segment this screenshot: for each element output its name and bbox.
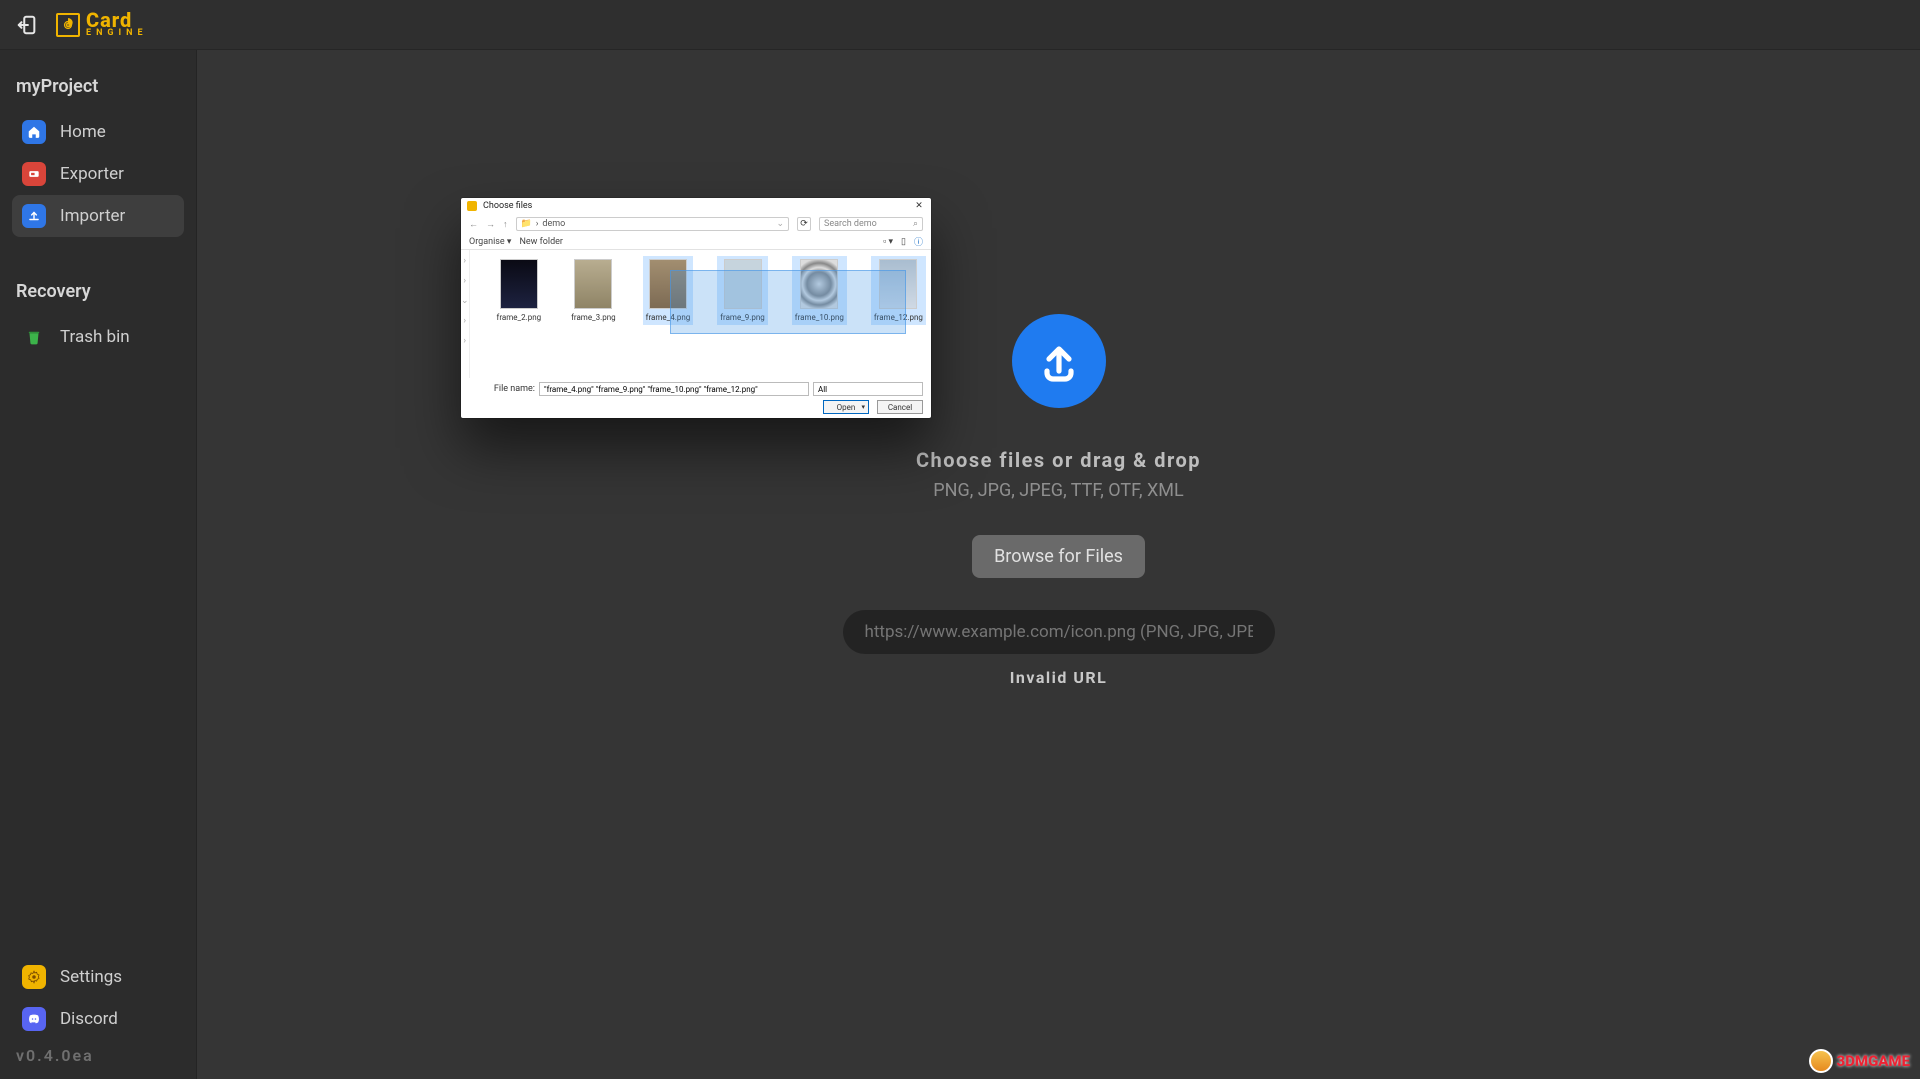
refresh-button[interactable]: ⟳ xyxy=(797,217,811,231)
file-thumb[interactable]: frame_3.png xyxy=(568,256,619,325)
file-name-input[interactable] xyxy=(539,382,809,396)
uploader-subtitle: PNG, JPG, JPEG, TTF, OTF, XML xyxy=(933,480,1183,501)
file-thumb[interactable]: frame_2.png xyxy=(494,256,545,325)
sidebar-item-label: Home xyxy=(60,122,106,142)
upload-icon xyxy=(1012,314,1106,408)
breadcrumb[interactable]: 📁 › demo ⌄ xyxy=(516,217,790,231)
exit-button[interactable] xyxy=(14,12,40,38)
nav-back-icon[interactable]: ← xyxy=(469,219,478,230)
file-chooser-dialog: Choose files ✕ ← → ↑ 📁 › demo ⌄ ⟳ Search… xyxy=(461,198,931,418)
url-input[interactable] xyxy=(843,610,1275,654)
cancel-button[interactable]: Cancel xyxy=(877,400,923,414)
watermark-icon xyxy=(1809,1049,1833,1073)
brand-name: Card xyxy=(86,11,148,29)
topbar: Card ENGINE xyxy=(0,0,1920,50)
help-icon[interactable]: ⓘ xyxy=(914,235,923,248)
brand-sub: ENGINE xyxy=(86,29,148,37)
sidebar-item-importer[interactable]: Importer xyxy=(12,195,184,237)
sidebar-item-exporter[interactable]: Exporter xyxy=(12,153,184,195)
file-name-label: File name: xyxy=(469,384,535,394)
selection-rectangle xyxy=(670,270,906,334)
importer-icon xyxy=(22,204,46,228)
sidebar-item-label: Settings xyxy=(60,967,122,987)
exporter-icon xyxy=(22,162,46,186)
watermark-text: 3DMGAME xyxy=(1837,1052,1910,1070)
sidebar-item-settings[interactable]: Settings xyxy=(12,956,184,998)
recovery-title: Recovery xyxy=(12,277,184,316)
project-title: myProject xyxy=(12,72,184,111)
home-icon xyxy=(22,120,46,144)
nav-forward-icon[interactable]: → xyxy=(486,219,495,230)
new-folder-button[interactable]: New folder xyxy=(519,237,563,247)
browse-files-button[interactable]: Browse for Files xyxy=(972,535,1145,578)
dialog-close-button[interactable]: ✕ xyxy=(913,200,925,212)
sidebar-item-trash[interactable]: Trash bin xyxy=(12,316,184,358)
file-grid: frame_2.png frame_3.png frame_4.png fram… xyxy=(470,250,934,378)
search-icon: ⌕ xyxy=(913,219,918,229)
trash-icon xyxy=(22,325,46,349)
url-error: Invalid URL xyxy=(1010,668,1108,687)
sidebar: myProject Home Exporter Importer Recover… xyxy=(0,50,197,1079)
organise-menu[interactable]: Organise ▾ xyxy=(469,237,511,247)
file-type-select[interactable] xyxy=(813,382,923,396)
open-button[interactable]: Open xyxy=(823,400,869,414)
preview-pane-icon[interactable]: ▯ xyxy=(901,237,906,247)
dialog-title: Choose files xyxy=(483,201,913,211)
sidebar-item-label: Importer xyxy=(60,206,125,226)
version-label: v0.4.0ea xyxy=(12,1040,184,1065)
view-options-icon[interactable]: ▫ ▾ xyxy=(883,236,893,247)
discord-icon xyxy=(22,1007,46,1031)
folder-tree[interactable]: ››⌄›› xyxy=(461,250,470,378)
brand: Card ENGINE xyxy=(56,11,148,37)
watermark: 3DMGAME xyxy=(1809,1049,1910,1073)
gear-icon xyxy=(22,965,46,989)
sidebar-item-label: Exporter xyxy=(60,164,124,184)
search-input[interactable]: Search demo ⌕ xyxy=(819,217,923,231)
folder-icon: 📁 xyxy=(521,219,532,229)
brand-mark-icon xyxy=(56,13,80,37)
main-area: Choose files or drag & drop PNG, JPG, JP… xyxy=(197,50,1920,1079)
dialog-app-icon xyxy=(467,201,477,211)
sidebar-item-label: Discord xyxy=(60,1009,118,1029)
breadcrumb-folder: demo xyxy=(542,219,565,229)
exit-icon xyxy=(16,14,38,36)
uploader-title: Choose files or drag & drop xyxy=(916,448,1201,472)
nav-up-icon[interactable]: ↑ xyxy=(503,219,508,230)
sidebar-item-home[interactable]: Home xyxy=(12,111,184,153)
sidebar-item-label: Trash bin xyxy=(60,327,130,347)
search-placeholder: Search demo xyxy=(824,219,877,229)
sidebar-item-discord[interactable]: Discord xyxy=(12,998,184,1040)
